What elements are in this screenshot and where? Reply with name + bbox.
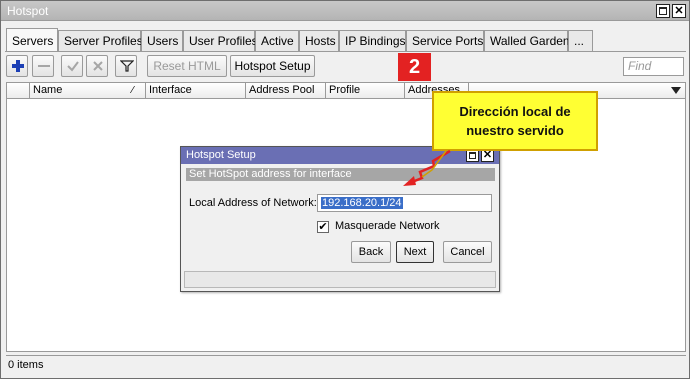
callout-arrow [403, 149, 451, 186]
